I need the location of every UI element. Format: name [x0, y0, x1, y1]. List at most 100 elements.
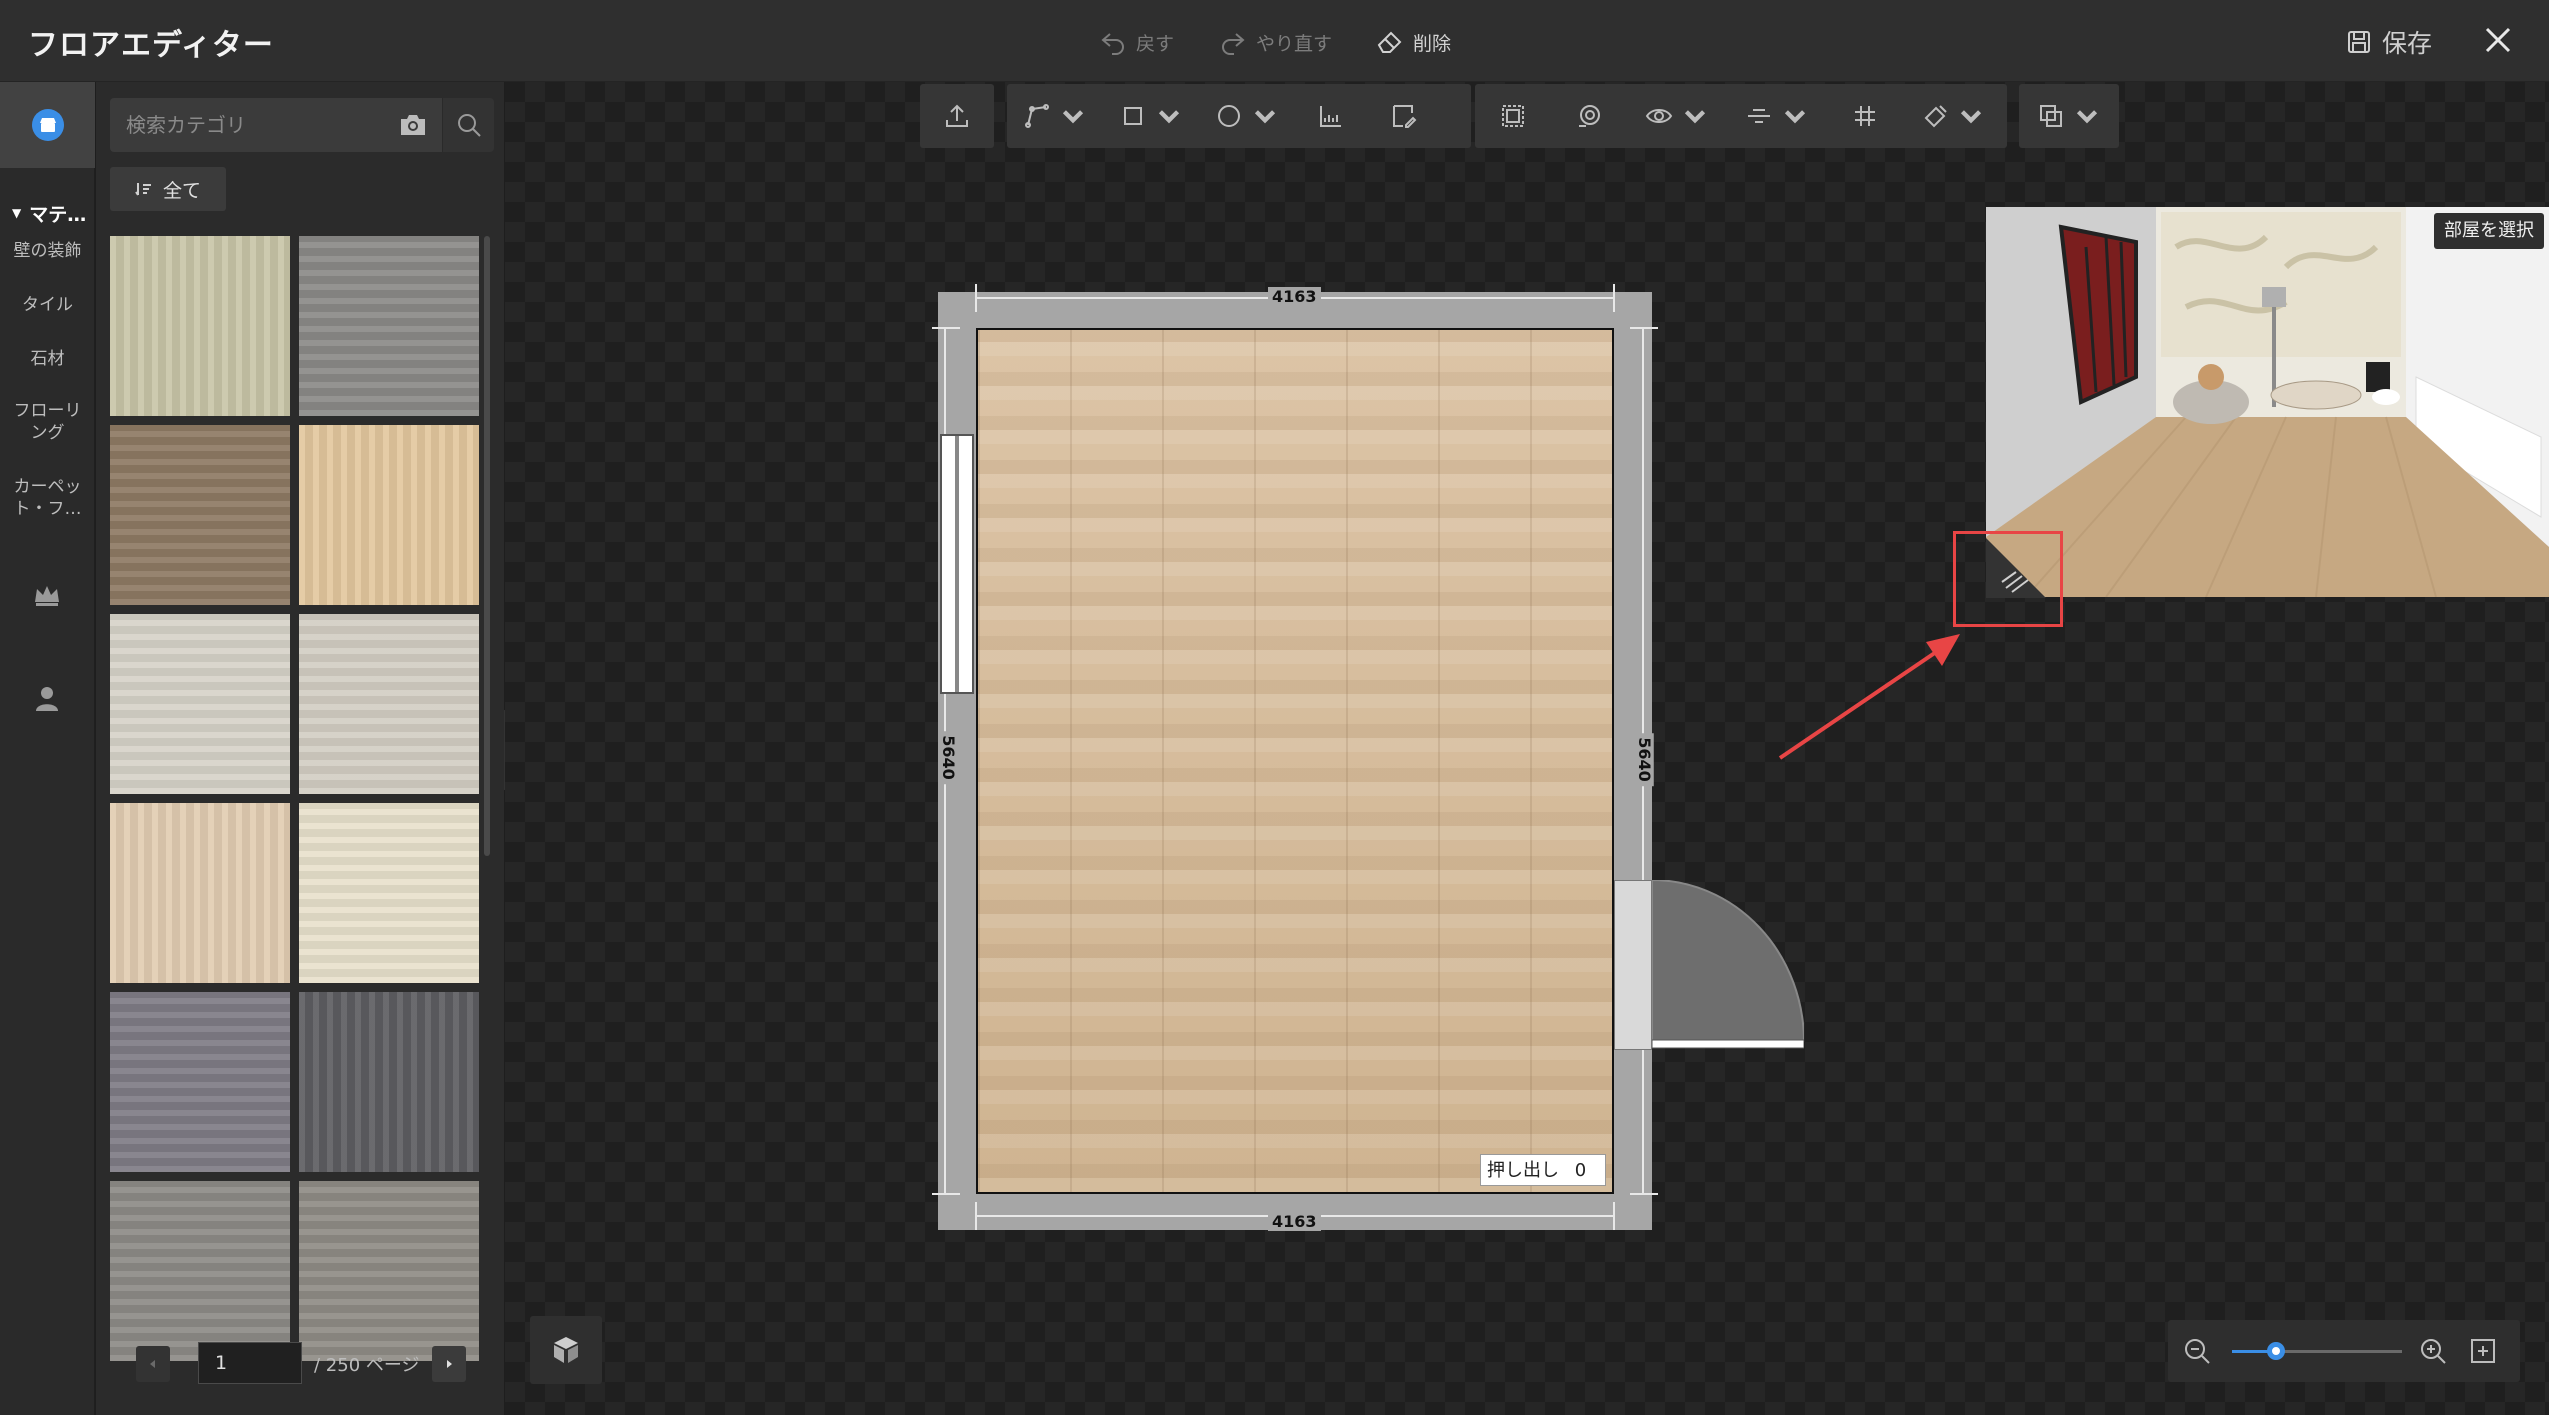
dimension-tick — [1613, 1202, 1615, 1230]
room-floor[interactable] — [976, 328, 1614, 1194]
rectangle-room-icon — [1124, 107, 1142, 125]
material-tile-pale-ash[interactable] — [299, 614, 479, 794]
material-tile-light-maple[interactable] — [299, 425, 479, 605]
rail-item-wall-decor[interactable]: 壁の装飾 — [0, 240, 95, 262]
dimension-tick — [975, 284, 977, 312]
redo-label: やり直す — [1256, 32, 1333, 55]
right-dimension-label: 5640 — [1634, 733, 1654, 786]
undo-button[interactable]: 戻す — [1098, 24, 1174, 60]
circle-room-tool[interactable] — [1199, 84, 1295, 148]
zoom-in-icon[interactable] — [2418, 1336, 2448, 1366]
app-title: フロアエディター — [28, 28, 274, 63]
door-frame[interactable] — [1614, 880, 1652, 1050]
highlight-box — [1953, 531, 2063, 627]
search-icon — [457, 114, 481, 137]
rail-item-stone[interactable]: 石材 — [0, 348, 95, 370]
rectangle-room-tool[interactable] — [1103, 84, 1199, 148]
sort-icon — [135, 183, 151, 196]
material-tile-dark-oak-planks[interactable] — [110, 425, 290, 605]
left-dimension-label: 5640 — [938, 731, 958, 784]
visibility-icon — [1645, 109, 1673, 123]
draw-wall-tool[interactable] — [1007, 84, 1103, 148]
dimension-tick — [932, 1193, 960, 1195]
chevron-down-icon — [1254, 110, 1276, 124]
material-tile-dark-checker-stone[interactable] — [299, 992, 479, 1172]
redo-button[interactable]: やり直す — [1218, 24, 1332, 60]
material-tile-white-marble[interactable] — [110, 614, 290, 794]
copy-layer-tool[interactable] — [2019, 84, 2119, 148]
search-input[interactable] — [110, 98, 400, 152]
3d-preview[interactable] — [1986, 207, 2549, 597]
chevron-down-icon — [1960, 110, 1982, 124]
toolbar-group-draw — [1007, 84, 1471, 148]
edit-room-tool[interactable] — [1367, 84, 1439, 148]
visibility-tool[interactable] — [1627, 84, 1727, 148]
grid-icon — [1855, 106, 1875, 126]
left-rail: ▼ マテ… 壁の装飾 タイル 石材 フローリ ング カーペッ ト・フ… — [0, 82, 95, 1415]
zoom-slider[interactable] — [2232, 1342, 2402, 1360]
fit-view-icon[interactable] — [2468, 1336, 2498, 1366]
zoom-slider-knob[interactable] — [2267, 1342, 2286, 1360]
material-tile-ash-wood[interactable] — [299, 1181, 479, 1361]
material-grid — [110, 236, 480, 1398]
paint-tool[interactable] — [1903, 84, 2003, 148]
rail-item-tile[interactable]: タイル — [0, 294, 95, 316]
page-number-input[interactable] — [198, 1342, 302, 1384]
rail-item-flooring[interactable]: フローリ ング — [0, 400, 95, 444]
prev-page-button[interactable] — [136, 1346, 170, 1382]
search-button[interactable] — [442, 98, 494, 152]
crown-icon[interactable] — [30, 578, 64, 612]
panel-scrollbar[interactable] — [484, 236, 490, 856]
select-area-tool[interactable] — [1475, 84, 1551, 148]
material-tile-birch-bark[interactable] — [110, 236, 290, 416]
rail-item-carpet[interactable]: カーペッ ト・フ… — [0, 476, 95, 520]
material-tile-beige-marble[interactable] — [110, 803, 290, 983]
zoom-control — [2168, 1320, 2520, 1382]
material-tile-cream-grid-tile[interactable] — [299, 803, 479, 983]
align-icon — [1748, 109, 1770, 123]
chevron-right-icon — [447, 1360, 452, 1368]
circle-room-icon — [1218, 105, 1240, 127]
dimension-tick — [975, 1202, 977, 1230]
select-room-button[interactable]: 部屋を選択 — [2434, 213, 2544, 249]
next-page-button[interactable] — [432, 1346, 466, 1382]
caret-down-icon: ▼ — [12, 206, 22, 220]
delete-button[interactable]: 削除 — [1375, 24, 1451, 60]
material-store-tab[interactable] — [0, 82, 95, 168]
filter-all-button[interactable]: 全て — [110, 167, 226, 211]
chevron-down-icon — [1784, 110, 1806, 124]
camera-icon[interactable] — [398, 111, 428, 139]
delete-label: 削除 — [1413, 32, 1452, 55]
copy-layer-icon — [2040, 105, 2062, 127]
ruler-tool[interactable] — [1295, 84, 1367, 148]
ruler-icon — [1320, 106, 1341, 127]
extrude-field[interactable]: 押し出し 0 — [1480, 1154, 1606, 1186]
material-tile-grey-slate[interactable] — [110, 992, 290, 1172]
toolbar-group-import — [920, 84, 994, 148]
store-icon — [31, 109, 64, 141]
grid-tool[interactable] — [1827, 84, 1903, 148]
rail-section-materials[interactable]: ▼ マテ… — [0, 188, 95, 238]
window[interactable] — [940, 434, 974, 694]
view-3d-button[interactable] — [530, 1316, 602, 1384]
user-icon[interactable] — [30, 682, 64, 716]
undo-icon — [1101, 33, 1124, 55]
chevron-left-icon — [150, 1360, 155, 1368]
close-icon[interactable] — [2478, 20, 2518, 60]
upload-button[interactable] — [920, 84, 994, 148]
material-tile-grey-wood[interactable] — [110, 1181, 290, 1361]
align-tool[interactable] — [1727, 84, 1827, 148]
chevron-down-icon — [2076, 110, 2098, 124]
dimension-tick — [932, 327, 960, 329]
edit-room-icon — [1393, 105, 1417, 128]
save-button[interactable]: 保存 — [2344, 24, 2432, 60]
camera-view-icon — [1579, 105, 1600, 127]
chevron-down-icon — [1684, 110, 1706, 124]
door-swing[interactable] — [1652, 880, 1804, 1050]
save-icon — [2348, 31, 2370, 53]
dimension-tick — [1613, 284, 1615, 312]
zoom-out-icon[interactable] — [2182, 1336, 2212, 1366]
chevron-down-icon — [1062, 110, 1084, 124]
material-tile-grey-carpet[interactable] — [299, 236, 479, 416]
camera-view-tool[interactable] — [1551, 84, 1627, 148]
